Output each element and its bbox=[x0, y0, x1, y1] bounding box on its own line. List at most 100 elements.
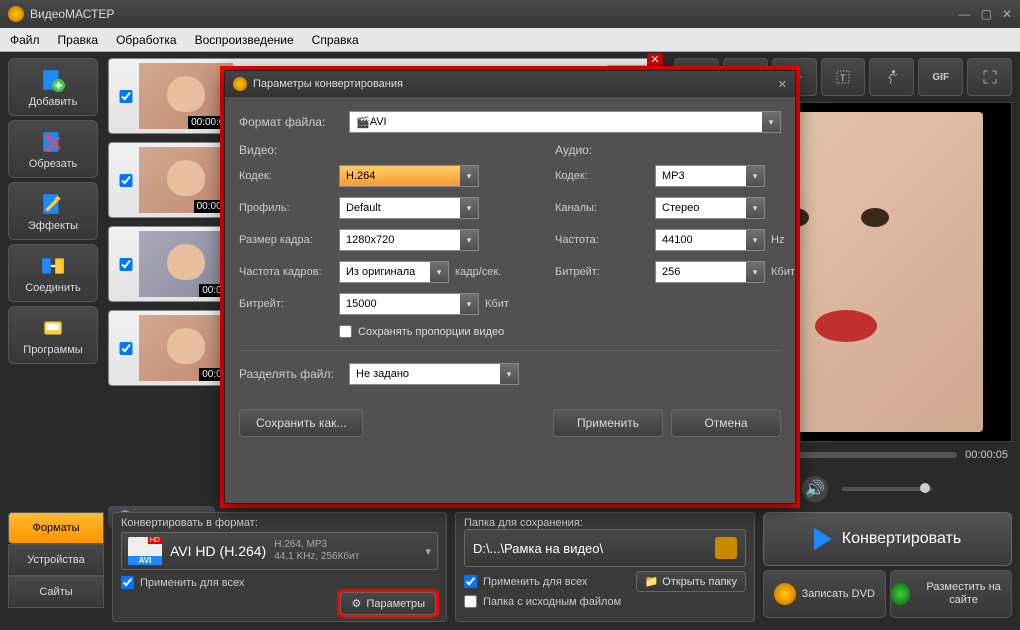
chevron-down-icon[interactable]: ▾ bbox=[746, 262, 764, 282]
titlebar: ВидеоМАСТЕР — ▢ ✕ bbox=[0, 0, 1020, 28]
volume-slider[interactable] bbox=[842, 487, 932, 491]
convert-button[interactable]: Конвертировать bbox=[763, 512, 1012, 566]
keep-aspect-checkbox[interactable] bbox=[339, 325, 352, 338]
app-title: ВидеоМАСТЕР bbox=[30, 7, 114, 21]
clip-checkbox[interactable] bbox=[119, 258, 133, 271]
frame-size-combo[interactable]: 1280x720▾ bbox=[339, 229, 479, 251]
open-folder-button[interactable]: 📁Открыть папку bbox=[636, 571, 746, 592]
chevron-down-icon[interactable]: ▾ bbox=[500, 364, 518, 384]
audio-bitrate-combo[interactable]: 256▾ bbox=[655, 261, 765, 283]
globe-icon bbox=[891, 583, 911, 605]
add-icon bbox=[40, 67, 66, 93]
conversion-params-dialog: Параметры конвертирования ✕ Формат файла… bbox=[224, 70, 796, 504]
tab-devices[interactable]: Устройства bbox=[8, 544, 104, 576]
browse-folder-button[interactable] bbox=[715, 537, 737, 559]
gif-icon: GIF bbox=[932, 72, 949, 83]
disc-icon bbox=[774, 583, 796, 605]
cut-button[interactable]: Обрезать bbox=[8, 120, 98, 178]
bottom-panel: Форматы Устройства Сайты Конвертировать … bbox=[8, 512, 1012, 622]
chevron-down-icon[interactable]: ▾ bbox=[746, 230, 764, 250]
audio-group: Аудио: Кодек:MP3▾ Каналы:Стерео▾ Частота… bbox=[555, 143, 821, 338]
effects-button[interactable]: Эффекты bbox=[8, 182, 98, 240]
time-display: 00:00:05 bbox=[965, 449, 1008, 461]
folder-icon: 📁 bbox=[645, 575, 659, 588]
gear-icon: ⚙ bbox=[351, 597, 361, 610]
apply-button[interactable]: Применить bbox=[553, 409, 663, 437]
dialog-icon bbox=[233, 77, 247, 91]
apply-all-checkbox[interactable] bbox=[121, 576, 134, 589]
dialog-close-button[interactable]: ✕ bbox=[778, 78, 787, 91]
format-tabs: Форматы Устройства Сайты bbox=[8, 512, 104, 622]
audio-codec-combo[interactable]: MP3▾ bbox=[655, 165, 765, 187]
gif-tool[interactable]: GIF bbox=[918, 58, 963, 96]
scissors-icon bbox=[40, 129, 66, 155]
left-toolbar: Добавить Обрезать Эффекты Соединить Прог… bbox=[8, 58, 98, 364]
folder-selector[interactable]: D:\...\Рамка на видео\ bbox=[464, 529, 746, 567]
volume-button[interactable]: 🔊 bbox=[802, 476, 828, 502]
fullscreen-tool[interactable] bbox=[967, 58, 1012, 96]
fps-combo[interactable]: Из оригинала▾ bbox=[339, 261, 449, 283]
programs-icon bbox=[40, 315, 66, 341]
tab-sites[interactable]: Сайты bbox=[8, 576, 104, 608]
menu-playback[interactable]: Воспроизведение bbox=[195, 33, 294, 47]
clip-thumbnail[interactable]: 00:00: bbox=[139, 231, 233, 297]
chevron-down-icon[interactable]: ▾ bbox=[746, 166, 764, 186]
speed-tool[interactable] bbox=[869, 58, 914, 96]
clip-thumbnail[interactable]: 00:00:1 bbox=[139, 147, 233, 213]
clip-checkbox[interactable] bbox=[119, 342, 133, 355]
text-tool[interactable]: T bbox=[821, 58, 866, 96]
video-codec-combo[interactable]: H.264▾ bbox=[339, 165, 479, 187]
video-profile-combo[interactable]: Default▾ bbox=[339, 197, 479, 219]
audio-freq-combo[interactable]: 44100▾ bbox=[655, 229, 765, 251]
app-icon bbox=[8, 6, 24, 22]
chevron-down-icon[interactable]: ▾ bbox=[460, 198, 478, 218]
programs-button[interactable]: Программы bbox=[8, 306, 98, 364]
chevron-down-icon[interactable]: ▾ bbox=[460, 230, 478, 250]
chevron-down-icon[interactable]: ▾ bbox=[460, 294, 478, 314]
format-panel: Конвертировать в формат: AVIHD AVI HD (H… bbox=[112, 512, 447, 622]
menu-process[interactable]: Обработка bbox=[116, 33, 177, 47]
menubar: Файл Правка Обработка Воспроизведение Сп… bbox=[0, 28, 1020, 52]
tab-formats[interactable]: Форматы bbox=[8, 512, 104, 544]
file-format-combo[interactable]: 🎬 AVI▾ bbox=[349, 111, 781, 133]
format-selector[interactable]: AVIHD AVI HD (H.264) H.264, MP344,1 KHz,… bbox=[121, 532, 438, 570]
join-button[interactable]: Соединить bbox=[8, 244, 98, 302]
maximize-button[interactable]: ▢ bbox=[981, 7, 992, 21]
running-icon bbox=[883, 68, 901, 86]
close-button[interactable]: ✕ bbox=[1002, 7, 1012, 21]
video-bitrate-combo[interactable]: 15000▾ bbox=[339, 293, 479, 315]
action-panel: Конвертировать Записать DVD Разместить н… bbox=[763, 512, 1012, 622]
split-file-combo[interactable]: Не задано▾ bbox=[349, 363, 519, 385]
source-folder-checkbox[interactable] bbox=[464, 595, 477, 608]
wand-icon bbox=[40, 191, 66, 217]
cancel-button[interactable]: Отмена bbox=[671, 409, 781, 437]
menu-help[interactable]: Справка bbox=[312, 33, 359, 47]
convert-arrow-icon bbox=[814, 528, 832, 550]
minimize-button[interactable]: — bbox=[959, 7, 971, 21]
video-group: Видео: Кодек:H.264▾ Профиль:Default▾ Раз… bbox=[239, 143, 535, 338]
publish-button[interactable]: Разместить на сайте bbox=[890, 570, 1013, 618]
chevron-down-icon[interactable]: ▾ bbox=[425, 545, 431, 558]
audio-channels-combo[interactable]: Стерео▾ bbox=[655, 197, 765, 219]
folder-apply-all-checkbox[interactable] bbox=[464, 575, 477, 588]
clip-thumbnail[interactable]: 00:00:05 bbox=[139, 63, 233, 129]
save-as-button[interactable]: Сохранить как... bbox=[239, 409, 363, 437]
menu-edit[interactable]: Правка bbox=[58, 33, 99, 47]
clip-checkbox[interactable] bbox=[119, 90, 133, 103]
chevron-down-icon[interactable]: ▾ bbox=[762, 112, 780, 132]
folder-panel: Папка для сохранения: D:\...\Рамка на ви… bbox=[455, 512, 755, 622]
format-icon: AVIHD bbox=[128, 537, 162, 565]
menu-file[interactable]: Файл bbox=[10, 33, 40, 47]
join-icon bbox=[40, 253, 66, 279]
chevron-down-icon[interactable]: ▾ bbox=[460, 166, 478, 186]
chevron-down-icon[interactable]: ▾ bbox=[746, 198, 764, 218]
add-button[interactable]: Добавить bbox=[8, 58, 98, 116]
clip-thumbnail[interactable]: 00:00: bbox=[139, 315, 233, 381]
params-button[interactable]: ⚙ Параметры bbox=[340, 592, 436, 615]
chevron-down-icon[interactable]: ▾ bbox=[430, 262, 448, 282]
clip-checkbox[interactable] bbox=[119, 174, 133, 187]
fullscreen-icon bbox=[981, 68, 999, 86]
dialog-titlebar: Параметры конвертирования ✕ bbox=[225, 71, 795, 97]
burn-dvd-button[interactable]: Записать DVD bbox=[763, 570, 886, 618]
svg-text:T: T bbox=[840, 73, 846, 83]
